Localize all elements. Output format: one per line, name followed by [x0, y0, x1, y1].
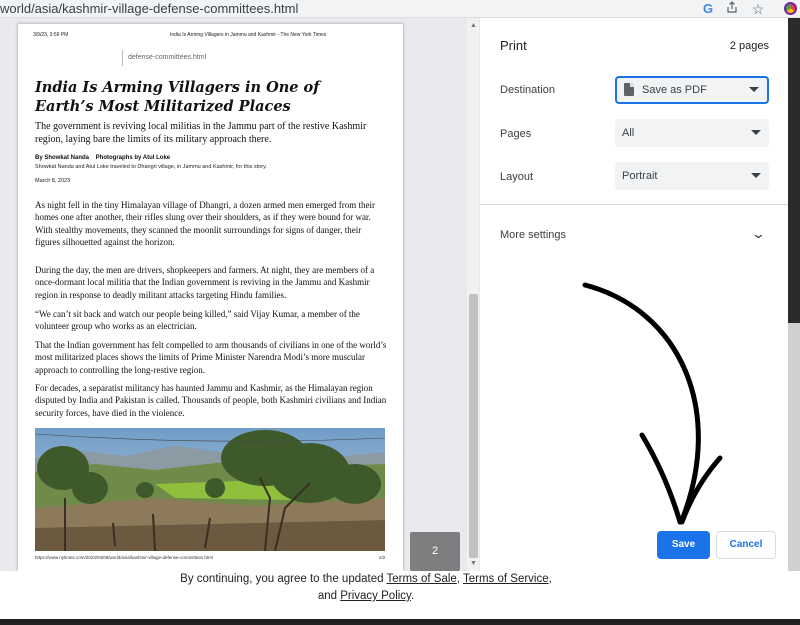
page-edge — [786, 18, 800, 323]
pages-value: All — [622, 127, 635, 139]
pages-select[interactable]: All — [615, 119, 769, 147]
print-preview-area: 3/9/23, 3:59 PM India Is Arming Villager… — [0, 18, 480, 571]
preview-page: 3/9/23, 3:59 PM India Is Arming Villager… — [18, 24, 403, 571]
terms-prefix: By continuing, you agree to the updated — [180, 573, 387, 585]
page-number-badge: 2 — [410, 532, 460, 571]
browser-toolbar: world/asia/kashmir-village-defense-commi… — [0, 0, 800, 18]
dropdown-caret-icon — [751, 173, 761, 178]
page-footer-url: https://www.nytimes.com/2023/03/08/world… — [35, 555, 213, 560]
article-byline: By Showkat Nanda Photographs by Atul Lok… — [35, 155, 171, 161]
terms-separator: , — [548, 573, 552, 585]
share-icon[interactable] — [722, 0, 742, 18]
page-bottom: By continuing, you agree to the updated … — [0, 571, 800, 625]
privacy-policy-link[interactable]: Privacy Policy — [340, 590, 411, 602]
chrome-profile-icon[interactable] — [780, 0, 800, 18]
terms-notice: By continuing, you agree to the updated … — [0, 571, 732, 605]
destination-select[interactable]: Save as PDF — [615, 76, 769, 104]
page-header-date: 3/9/23, 3:59 PM — [33, 32, 69, 38]
article-paragraph: As night fell in the tiny Himalayan vill… — [35, 200, 375, 247]
screen: world/asia/kashmir-village-defense-commi… — [0, 0, 800, 625]
destination-value: Save as PDF — [642, 84, 707, 96]
scroll-down-icon[interactable]: ▼ — [468, 558, 479, 570]
scroll-up-icon[interactable]: ▲ — [468, 20, 479, 32]
page-footer-number: 2/2 — [379, 555, 386, 560]
print-title: Print — [500, 38, 527, 53]
layout-label: Layout — [500, 171, 534, 183]
article-photo — [35, 428, 385, 551]
article-headline: India Is Arming Villagers in One of Eart… — [35, 79, 320, 115]
layout-value: Portrait — [622, 170, 658, 182]
publish-date: March 8, 2023 — [35, 178, 71, 184]
chevron-down-icon[interactable]: ⌄ — [751, 226, 766, 242]
pages-label: Pages — [500, 128, 532, 140]
address-bar-url[interactable]: world/asia/kashmir-village-defense-commi… — [0, 1, 298, 16]
pdf-file-icon — [624, 82, 634, 96]
dropdown-caret-icon — [749, 87, 759, 92]
article-paragraph: During the day, the men are drivers, sho… — [35, 265, 375, 300]
preview-scrollbar-thumb[interactable] — [469, 294, 478, 558]
bookmark-star-icon[interactable]: ☆ — [748, 0, 768, 18]
dropdown-caret-icon — [751, 130, 761, 135]
google-lens-icon[interactable]: G — [698, 0, 718, 18]
url-slug: defense-committees.html — [128, 54, 207, 61]
article-paragraph: That the Indian government has felt comp… — [35, 340, 387, 375]
terms-and: and — [317, 590, 341, 602]
destination-label: Destination — [500, 84, 556, 96]
terms-of-sale-link[interactable]: Terms of Sale — [386, 573, 456, 585]
article-summary: The government is reviving local militia… — [35, 121, 367, 145]
page-bottom-edge — [0, 619, 800, 625]
byline-note: Showkat Nanda and Atul Loke traveled to … — [35, 164, 267, 170]
settings-divider — [480, 204, 788, 205]
article-paragraph: “We can’t sit back and watch our people … — [35, 309, 360, 332]
terms-of-service-link[interactable]: Terms of Service — [463, 573, 549, 585]
annotation-arrow — [582, 282, 723, 525]
terms-end: . — [410, 590, 415, 602]
more-settings-toggle[interactable]: More settings — [500, 229, 566, 241]
slug-divider — [122, 50, 123, 66]
page-header-title: India Is Arming Villagers in Jammu and K… — [170, 32, 327, 38]
page-count: 2 pages — [729, 40, 769, 52]
layout-select[interactable]: Portrait — [615, 162, 769, 190]
article-paragraph: For decades, a separatist militancy has … — [35, 383, 387, 418]
